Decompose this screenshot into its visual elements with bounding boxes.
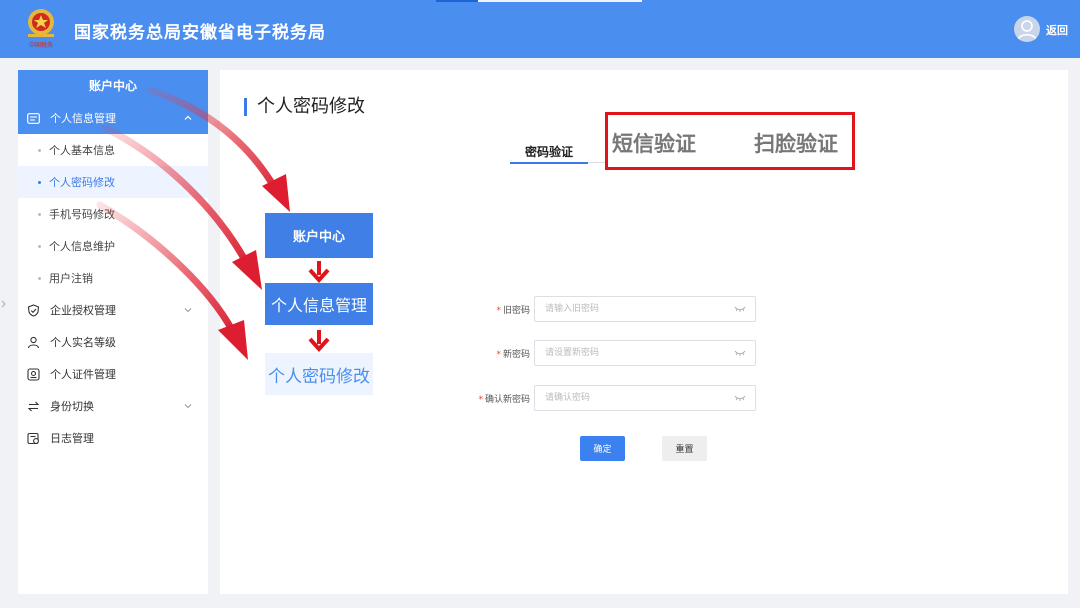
page-title: 个人密码修改 (244, 98, 365, 116)
required-mark: * (478, 395, 483, 405)
old-password-label: * 旧密码 (496, 303, 530, 316)
user-avatar-icon (1017, 20, 1037, 41)
confirm-password-input[interactable] (534, 385, 756, 411)
confirm-password-label: * 确认新密码 (478, 392, 530, 405)
confirm-password-label-text: 确认新密码 (484, 395, 530, 405)
switch-icon (26, 399, 40, 413)
reset-button[interactable]: 重置 (662, 436, 707, 461)
sidebar-item-log[interactable]: 日志管理 (18, 422, 208, 454)
tax-emblem-icon: 中国税务 (28, 9, 54, 49)
main-panel: 个人密码修改 密码验证 短信验证 扫脸验证 * 旧密码 * 新密码 * 确认新密码 确… (220, 70, 1068, 594)
sidebar-subitem-label: 用户注销 (49, 272, 93, 285)
old-password-input[interactable] (534, 296, 756, 322)
sidebar-subitem-phone[interactable]: 手机号码修改 (18, 198, 208, 230)
tab-active-underline (510, 162, 588, 164)
sidebar-item-label: 个人实名等级 (50, 336, 116, 349)
sidebar-item-label: 个人证件管理 (50, 368, 116, 381)
user-icon (26, 335, 40, 349)
flow-step-password-change: 个人密码修改 (265, 353, 373, 395)
top-tab-indicator (436, 0, 478, 2)
sidebar-item-certificate[interactable]: 个人证件管理 (18, 358, 208, 390)
sidebar-collapse-icon[interactable] (1, 300, 7, 308)
new-password-label-text: 新密码 (502, 350, 530, 360)
site-title: 国家税务总局安徽省电子税务局 (74, 23, 326, 43)
sidebar-subitem-deregister[interactable]: 用户注销 (18, 262, 208, 294)
sidebar-item-personal-info[interactable]: 个人信息管理 (18, 102, 208, 134)
old-password-label-text: 旧密码 (502, 306, 530, 316)
badge-icon (26, 367, 40, 381)
sidebar-subitem-label: 个人信息维护 (49, 240, 115, 253)
sidebar-subitem-label: 个人密码修改 (49, 176, 115, 189)
bullet-dot (38, 244, 41, 248)
eye-closed-icon[interactable] (734, 305, 746, 313)
sidebar-subitem-basic-info[interactable]: 个人基本信息 (18, 134, 208, 166)
back-link[interactable]: 返回 (1046, 22, 1068, 38)
sidebar-item-realname[interactable]: 个人实名等级 (18, 326, 208, 358)
new-password-row: * 新密码 (466, 340, 756, 366)
shield-check-icon (26, 303, 40, 317)
bullet-dot (38, 276, 41, 280)
sidebar-subitem-label: 个人基本信息 (49, 144, 115, 157)
eye-closed-icon[interactable] (734, 394, 746, 402)
sidebar-item-identity-switch[interactable]: 身份切换 (18, 390, 208, 422)
sidebar: 账户中心 个人信息管理 个人基本信息 个人密码修改 手机号码修改 个人信息维护 … (18, 70, 208, 594)
tab-highlight-box (605, 112, 855, 170)
emblem-text: 中国税务 (29, 41, 53, 49)
sidebar-subitem-label: 手机号码修改 (49, 208, 115, 221)
confirm-button[interactable]: 确定 (580, 436, 625, 461)
chevron-down-icon (184, 404, 192, 409)
log-icon (26, 431, 40, 445)
required-mark: * (496, 350, 501, 360)
new-password-label: * 新密码 (496, 347, 530, 360)
sidebar-subitem-password[interactable]: 个人密码修改 (18, 166, 208, 198)
flow-step-account-center: 账户中心 (265, 213, 373, 258)
confirm-password-row: * 确认新密码 (466, 385, 756, 411)
top-header: 中国税务 国家税务总局安徽省电子税务局 返回 (0, 0, 1080, 58)
tab-password-verify[interactable]: 密码验证 (510, 143, 588, 160)
sidebar-item-label: 日志管理 (50, 432, 94, 445)
chevron-up-icon (184, 115, 192, 120)
bullet-dot (38, 180, 41, 184)
eye-closed-icon[interactable] (734, 349, 746, 357)
required-mark: * (496, 306, 501, 316)
arrow-down-icon (308, 261, 330, 283)
sidebar-subitem-info-maintain[interactable]: 个人信息维护 (18, 230, 208, 262)
chevron-down-icon (184, 308, 192, 313)
bullet-dot (38, 148, 41, 152)
sidebar-item-enterprise-auth[interactable]: 企业授权管理 (18, 294, 208, 326)
sidebar-title: 账户中心 (18, 70, 208, 102)
arrow-down-icon (308, 330, 330, 352)
sidebar-item-label: 身份切换 (50, 400, 94, 413)
bullet-dot (38, 212, 41, 216)
sidebar-item-label: 企业授权管理 (50, 304, 116, 317)
user-avatar[interactable] (1014, 16, 1040, 42)
id-card-icon (26, 111, 40, 125)
sidebar-item-label: 个人信息管理 (50, 112, 116, 125)
new-password-input[interactable] (534, 340, 756, 366)
flow-step-personal-info: 个人信息管理 (265, 283, 373, 325)
old-password-row: * 旧密码 (466, 296, 756, 322)
